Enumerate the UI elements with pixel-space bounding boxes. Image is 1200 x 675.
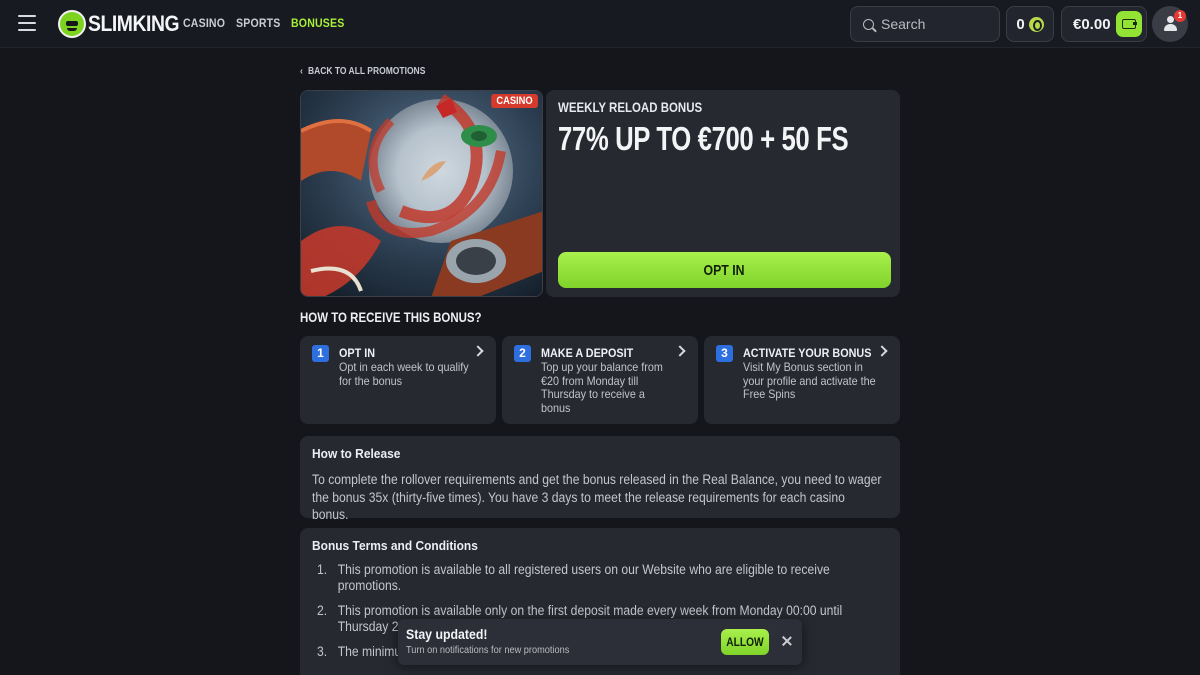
step-title: ACTIVATE YOUR BONUS [743, 346, 872, 360]
allow-notifications-button[interactable]: ALLOW [721, 629, 769, 655]
balance-button[interactable]: €0.00 [1061, 6, 1147, 42]
search-input[interactable]: Search [850, 6, 1000, 42]
wallet-icon [1122, 19, 1137, 29]
step-number: 2 [514, 345, 531, 362]
casino-tag: CASINO [491, 94, 538, 108]
terms-item-number: 3. [317, 644, 328, 659]
notification-badge: 1 [1174, 10, 1186, 22]
promo-image: CASINO [300, 90, 543, 297]
step-card-opt-in[interactable]: 1 OPT IN Opt in each week to qualify for… [300, 336, 496, 424]
release-text: To complete the rollover requirements an… [312, 472, 882, 522]
toast-text: Turn on notifications for new promotions [406, 645, 570, 656]
coin-icon [1028, 16, 1044, 32]
chevron-right-icon [472, 345, 484, 357]
terms-title: Bonus Terms and Conditions [312, 538, 478, 553]
release-title: How to Release [312, 446, 401, 461]
step-title: OPT IN [339, 346, 376, 360]
notification-toast: Stay updated! Turn on notifications for … [398, 619, 802, 665]
profile-button[interactable]: 1 [1152, 6, 1188, 42]
coins-button[interactable]: 0 [1006, 6, 1054, 42]
toast-title: Stay updated! [406, 626, 488, 642]
how-to-title: HOW TO RECEIVE THIS BONUS? [300, 309, 482, 325]
terms-item-text: The minimu [337, 644, 402, 659]
step-description: Visit My Bonus section in your profile a… [743, 360, 876, 401]
allow-label: ALLOW [726, 635, 764, 649]
waterslide-illustration [301, 91, 542, 296]
release-card: How to Release To complete the rollover … [300, 436, 900, 522]
opt-in-label: OPT IN [703, 261, 745, 279]
nav-casino[interactable]: CASINO [183, 16, 225, 30]
back-to-promotions-link[interactable]: ‹ BACK TO ALL PROMOTIONS [300, 66, 425, 77]
terms-item-text: This promotion is available to all regis… [337, 562, 830, 593]
promo-card: WEEKLY RELOAD BONUS 77% UP TO €700 + 50 … [546, 90, 900, 297]
menu-icon[interactable] [18, 15, 36, 31]
deposit-button[interactable] [1116, 11, 1142, 37]
logo-text: SLIMKING [88, 11, 180, 36]
step-description: Opt in each week to qualify for the bonu… [339, 360, 469, 388]
terms-item-number: 1. [317, 562, 328, 577]
terms-item-number: 2. [317, 603, 328, 618]
balance-value: €0.00 [1073, 15, 1111, 33]
step-number: 1 [312, 345, 329, 362]
promo-subtitle: WEEKLY RELOAD BONUS [558, 99, 703, 115]
close-icon[interactable] [781, 635, 793, 647]
logo[interactable]: SLIMKING [58, 9, 192, 39]
step-description: Top up your balance from €20 from Monday… [541, 360, 663, 415]
step-card-activate[interactable]: 3 ACTIVATE YOUR BONUS Visit My Bonus sec… [704, 336, 900, 424]
chevron-left-icon: ‹ [300, 66, 303, 77]
nav-bonuses[interactable]: BONUSES [291, 16, 344, 30]
chevron-right-icon [674, 345, 686, 357]
search-icon [863, 18, 874, 30]
top-bar: SLIMKING CASINO SPORTS BONUSES Search 0 … [0, 0, 1200, 48]
search-placeholder: Search [881, 16, 926, 32]
chevron-right-icon [876, 345, 888, 357]
opt-in-button[interactable]: OPT IN [558, 252, 891, 288]
terms-item: 1. This promotion is available to all re… [317, 562, 857, 593]
back-link-label: BACK TO ALL PROMOTIONS [307, 66, 426, 77]
step-number: 3 [716, 345, 733, 362]
nav-sports[interactable]: SPORTS [236, 16, 280, 30]
promo-title: 77% UP TO €700 + 50 FS [558, 120, 849, 157]
step-card-deposit[interactable]: 2 MAKE A DEPOSIT Top up your balance fro… [502, 336, 698, 424]
step-title: MAKE A DEPOSIT [541, 346, 634, 360]
logo-mascot-icon [58, 10, 86, 38]
coins-value: 0 [1016, 15, 1025, 33]
